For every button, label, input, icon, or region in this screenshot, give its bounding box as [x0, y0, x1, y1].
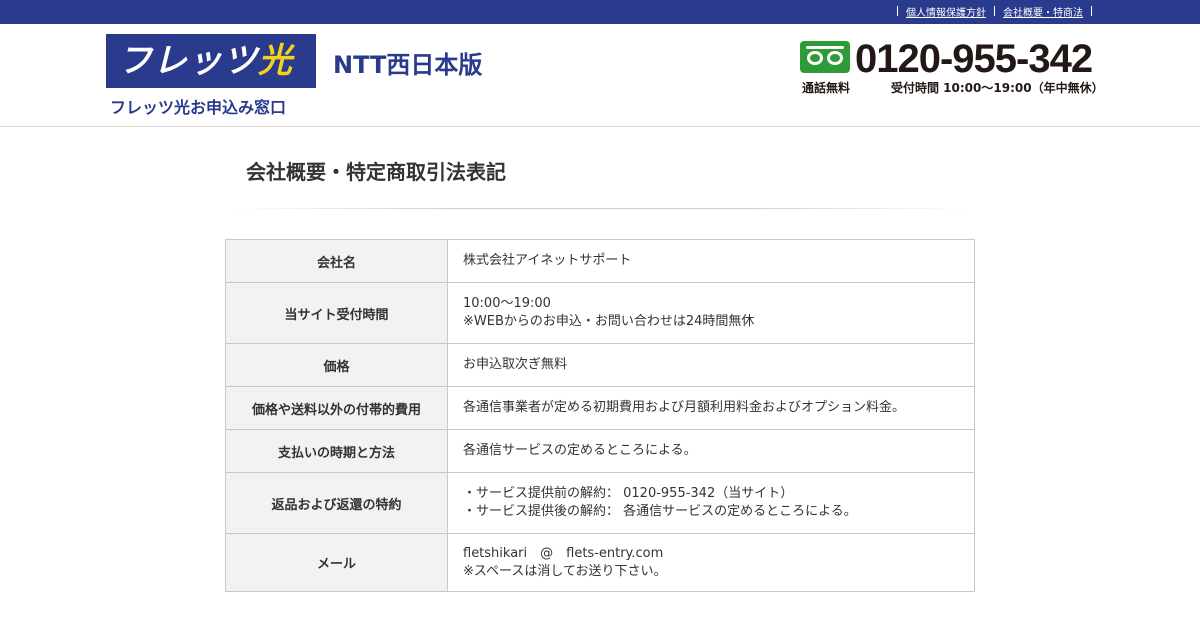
- title-divider: [230, 208, 970, 209]
- phone-number[interactable]: 0120-955-342: [855, 36, 1093, 82]
- table-row: メール fletshikari @ flets-entry.com ※スペースは消…: [225, 533, 975, 592]
- row-value: ・サービス提供前の解約： 0120-955-342（当サイト） ・サービス提供後の…: [447, 472, 975, 534]
- row-value: お申込取次ぎ無料: [447, 343, 975, 387]
- logo-text: フレッツ光: [118, 40, 293, 82]
- row-value: 各通信事業者が定める初期費用および月額利用料金およびオプション料金。: [447, 386, 975, 430]
- flets-hikari-logo[interactable]: フレッツ光: [106, 34, 316, 88]
- row-label: 会社名: [225, 239, 448, 283]
- link-separator: [994, 6, 995, 16]
- row-value-line: 各通信事業者が定める初期費用および月額利用料金およびオプション料金。: [463, 400, 906, 415]
- row-value-line: 株式会社アイネットサポート: [463, 253, 632, 268]
- row-label: 返品および返還の特約: [225, 472, 448, 534]
- link-separator: [1091, 6, 1092, 16]
- row-label: 当サイト受付時間: [225, 282, 448, 344]
- row-value-line: 各通信サービスの定めるところによる。: [463, 443, 697, 458]
- table-row: 返品および返還の特約 ・サービス提供前の解約： 0120-955-342（当サイ…: [225, 472, 975, 534]
- row-label: 支払いの時期と方法: [225, 429, 448, 473]
- company-info-link[interactable]: 会社概要・特商法: [1003, 4, 1083, 19]
- row-value: fletshikari @ flets-entry.com ※スペースは消してお送…: [447, 533, 975, 592]
- row-value-line: ・サービス提供後の解約： 各通信サービスの定めるところによる。: [463, 504, 857, 519]
- region-label: NTT西日本版: [333, 51, 483, 79]
- row-value: 各通信サービスの定めるところによる。: [447, 429, 975, 473]
- row-label: メール: [225, 533, 448, 592]
- company-info-table: 会社名 株式会社アイネットサポート 当サイト受付時間 10:00～19:00 ※W…: [225, 239, 975, 592]
- row-label: 価格: [225, 343, 448, 387]
- top-bar: 個人情報保護方針 会社概要・特商法: [0, 0, 1200, 24]
- table-row: 価格 お申込取次ぎ無料: [225, 343, 975, 387]
- row-value: 株式会社アイネットサポート: [447, 239, 975, 283]
- site-header: フレッツ光 フレッツ光お申込み窓口 NTT西日本版 0120-955-342 通…: [0, 24, 1200, 127]
- top-links: 個人情報保護方針 会社概要・特商法: [889, 4, 1100, 19]
- email-address[interactable]: fletshikari @ flets-entry.com: [463, 545, 959, 563]
- business-hours: 受付時間 10:00～19:00（年中無休）: [891, 81, 1104, 95]
- table-row: 支払いの時期と方法 各通信サービスの定めるところによる。: [225, 429, 975, 473]
- row-value-line: お申込取次ぎ無料: [463, 357, 568, 372]
- row-label: 価格や送料以外の付帯的費用: [225, 386, 448, 430]
- table-row: 価格や送料以外の付帯的費用 各通信事業者が定める初期費用および月額利用料金および…: [225, 386, 975, 430]
- row-value-line: ・サービス提供前の解約： 0120-955-342（当サイト）: [463, 486, 794, 501]
- privacy-policy-link[interactable]: 個人情報保護方針: [906, 4, 986, 19]
- row-value-line: ※WEBからのお申込・お問い合わせは24時間無休: [463, 314, 755, 329]
- table-row: 会社名 株式会社アイネットサポート: [225, 239, 975, 283]
- link-separator: [897, 6, 898, 16]
- logo-hikari-text: 光: [258, 41, 293, 81]
- row-value: 10:00～19:00 ※WEBからのお申込・お問い合わせは24時間無休: [447, 282, 975, 344]
- row-value-line: ※スペースは消してお送り下さい。: [463, 563, 667, 579]
- page-title: 会社概要・特定商取引法表記: [246, 160, 506, 184]
- table-row: 当サイト受付時間 10:00～19:00 ※WEBからのお申込・お問い合わせは24…: [225, 282, 975, 344]
- free-call-label: 通話無料: [802, 81, 851, 95]
- logo-main-text: フレッツ: [118, 41, 258, 81]
- logo-subtitle: フレッツ光お申込み窓口: [110, 98, 287, 117]
- row-value-line: 10:00～19:00: [463, 296, 551, 311]
- freedial-icon: [800, 41, 850, 73]
